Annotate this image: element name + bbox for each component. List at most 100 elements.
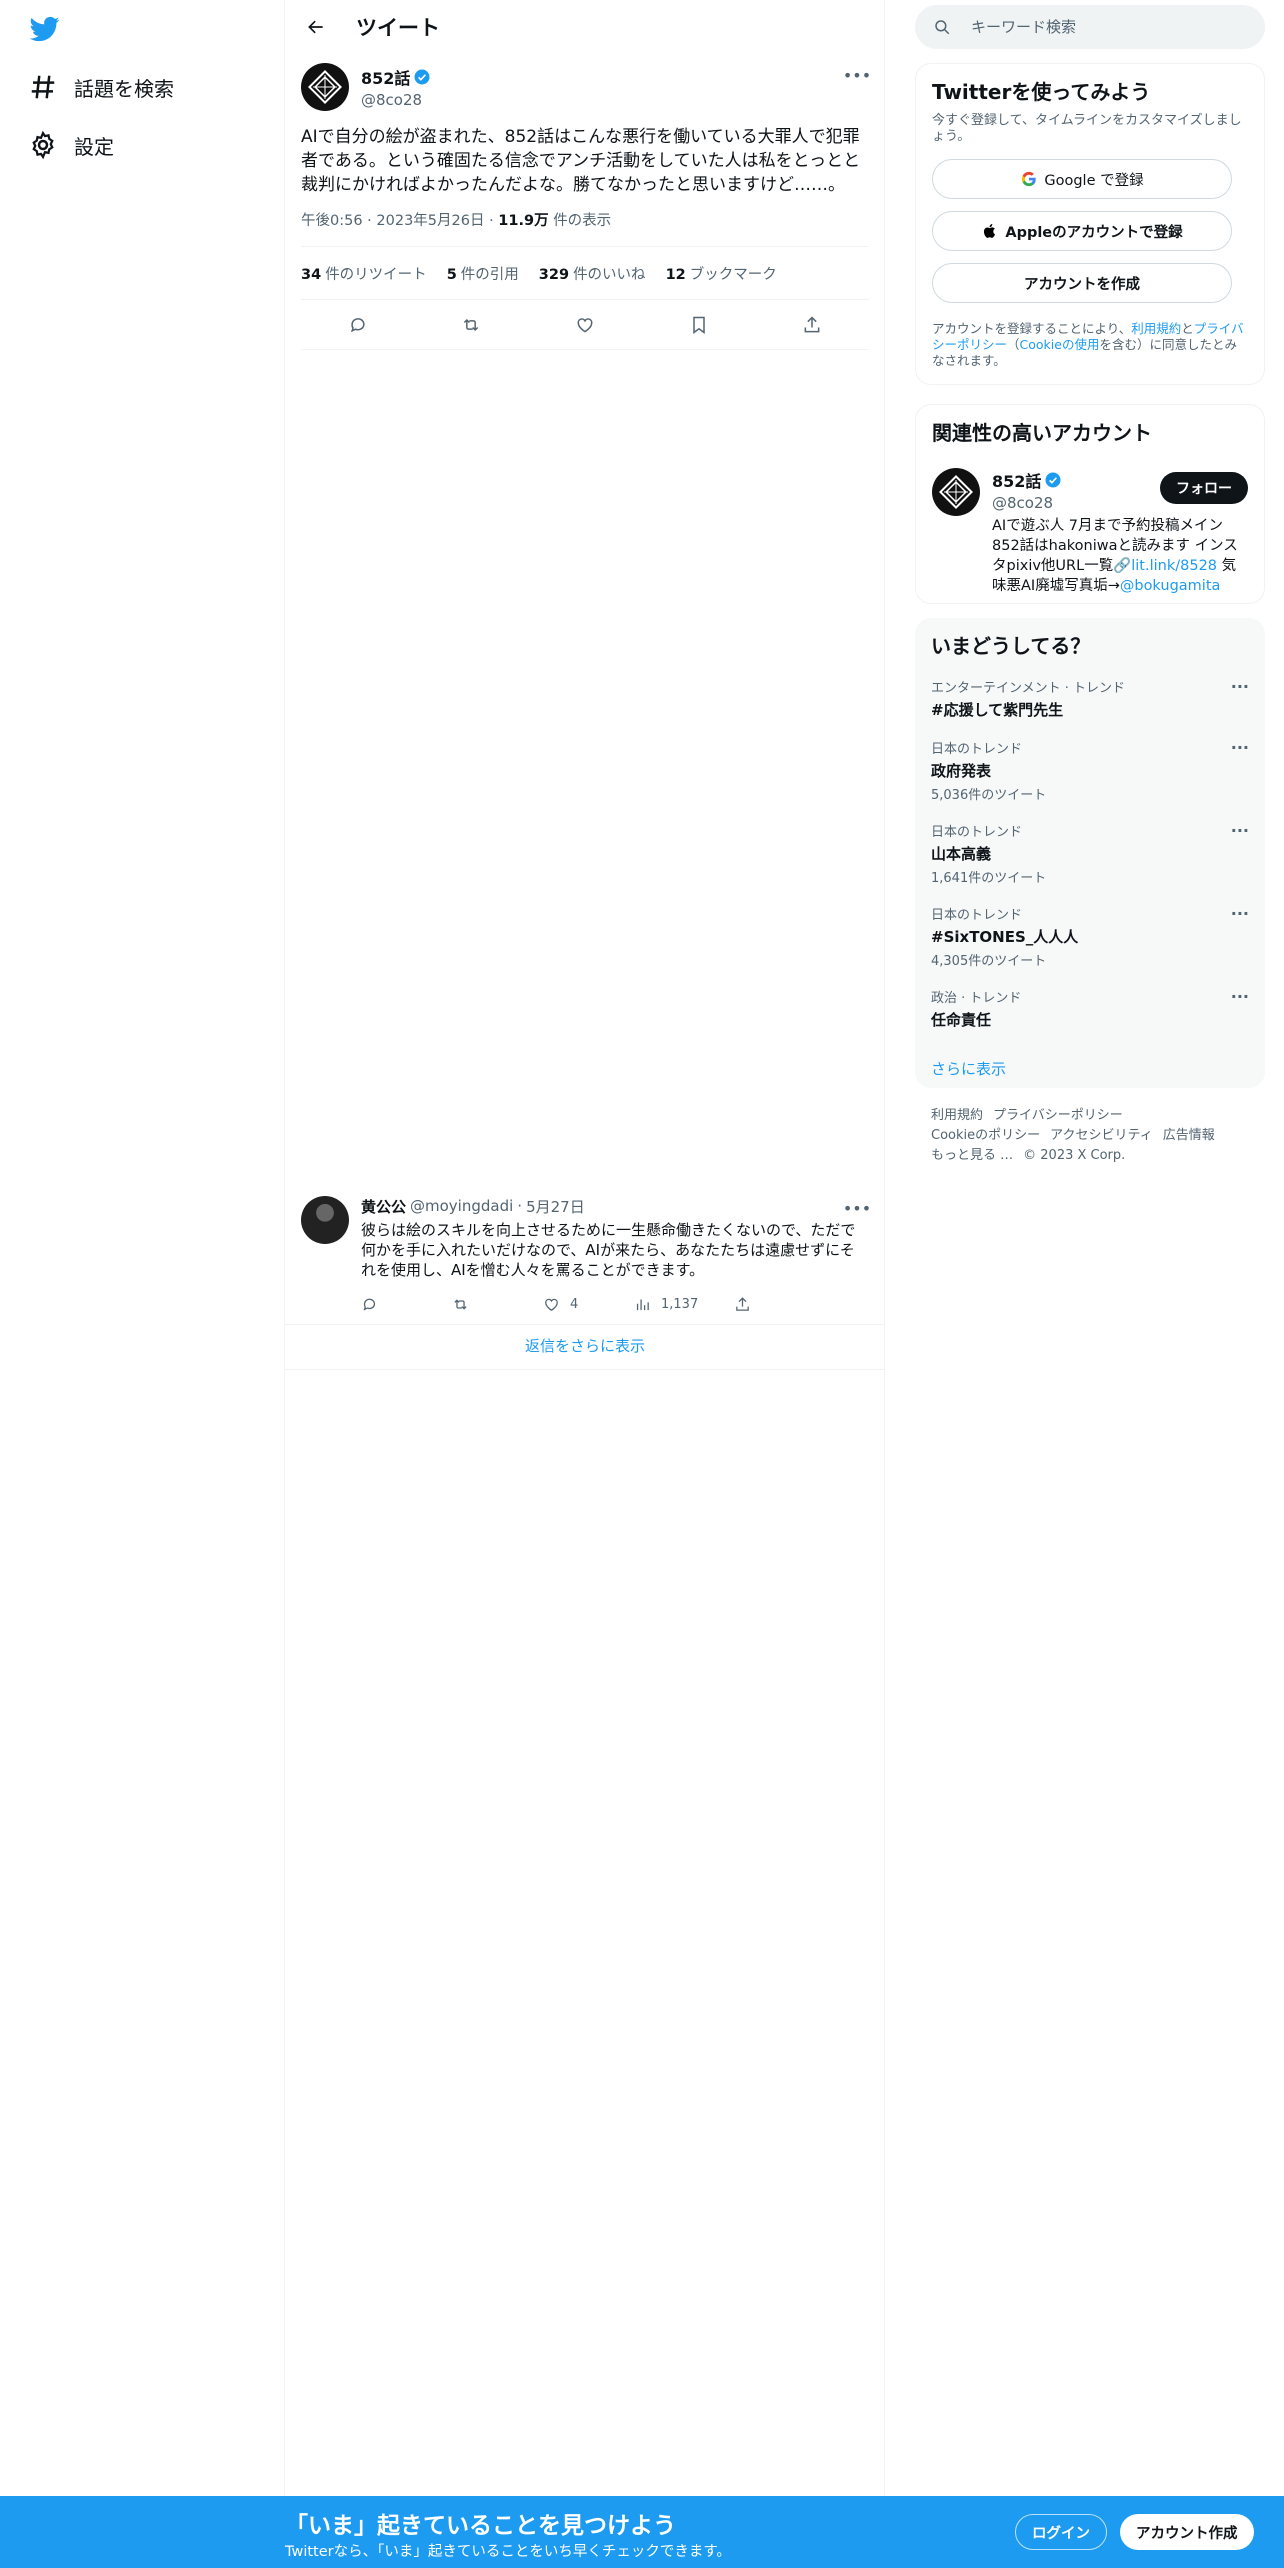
google-signup-label: Google で登録 [1044,172,1144,189]
trend-more-icon[interactable]: ··· [1231,677,1249,696]
footer-links: 利用規約 プライバシーポリシー Cookieのポリシー アクセシビリティ 広告情報 も… [931,1106,1251,1166]
verified-badge-icon [414,69,430,85]
footer-ads-link[interactable]: 広告情報 [1163,1128,1215,1143]
relevant-accounts-card: 関連性の高いアカウント 852話 @8co28 AIで遊ぶ人 7月まで予約投稿メ… [915,404,1265,604]
apple-signup-button[interactable]: Appleのアカウントで登録 [932,211,1232,251]
reply-share-button[interactable] [734,1296,825,1313]
tweet-time[interactable]: 午後0:56 [301,213,363,229]
footer-cookie-link[interactable]: Cookieのポリシー [931,1128,1040,1143]
share-icon [736,1296,749,1311]
trend-item[interactable]: 政治 · トレンド 任命責任 ··· [931,987,1249,1030]
tweet-actions [301,300,869,350]
bio-link[interactable]: lit.link/8528 [1131,558,1217,574]
avatar[interactable] [932,468,980,516]
trend-item[interactable]: 日本のトレンド 政府発表 5,036件のツイート ··· [931,738,1249,803]
reply-actions: 4 1,137 [361,1284,869,1324]
page-title: ツイート [356,15,440,40]
retweet-icon[interactable] [456,310,486,340]
reply-icon[interactable] [343,310,373,340]
reply-text: 彼らは絵のスキルを向上させるために一生懸命働きたくないので、ただで何かを手に入れ… [361,1221,856,1279]
reply-more-options-icon[interactable]: ••• [843,1196,871,1220]
bookmark-icon[interactable] [684,310,714,340]
reply-avatar[interactable] [301,1196,349,1244]
author-display-name[interactable]: 852話 [361,65,410,89]
footer-privacy-link[interactable]: プライバシーポリシー [993,1108,1123,1123]
reply-like-count: 4 [570,1296,579,1312]
nav-explore[interactable]: 話題を検索 [28,69,174,105]
tweet-author: 852話 @8co28 ••• [301,63,871,111]
avatar[interactable] [301,63,349,111]
reply-date[interactable]: 5月27日 [526,1196,585,1217]
header: ツイート [285,0,884,53]
footer-copyright: © 2023 X Corp. [1023,1148,1126,1163]
twitter-bird-icon[interactable] [28,14,62,44]
relevant-accounts-title: 関連性の高いアカウント [932,421,1152,445]
reply-like-button[interactable]: 4 [543,1296,634,1313]
like-icon [545,1298,558,1311]
nav-settings[interactable]: 設定 [28,127,114,163]
reply-reply-button[interactable] [361,1296,452,1313]
relevant-account[interactable]: 852話 @8co28 AIで遊ぶ人 7月まで予約投稿メイン 852話はhako… [932,468,1248,596]
nav-explore-label: 話題を検索 [74,76,174,101]
search-input[interactable] [971,18,1241,36]
author-handle[interactable]: @8co28 [361,91,431,109]
signup-card: Twitterを使ってみよう 今すぐ登録して、タイムラインをカスタマイズしましょ… [915,63,1265,385]
terms-link[interactable]: 利用規約 [1131,321,1181,336]
follow-button[interactable]: フォロー [1160,472,1248,504]
views-chart-icon [636,1299,649,1310]
hashtag-icon [31,75,55,99]
relevant-account-bio: AIで遊ぶ人 7月まで予約投稿メイン 852話はhakoniwaと読みます イン… [992,518,1238,594]
reply-tweet[interactable]: 黄公公 @moyingdadi · 5月27日 ••• 彼らは絵のスキルを向上さ… [285,1188,885,1325]
show-more-replies-link[interactable]: 返信をさらに表示 [285,1322,885,1370]
relevant-account-name[interactable]: 852話 [992,468,1041,492]
retweets-stat[interactable]: 34 件のリツイート [301,263,427,284]
trends-show-more-link[interactable]: さらに表示 [931,1058,1249,1079]
footer-accessibility-link[interactable]: アクセシビリティ [1050,1128,1153,1143]
search-bar[interactable] [915,5,1265,49]
cookie-link[interactable]: Cookieの使用 [1020,337,1100,352]
reply-retweet-button[interactable] [452,1296,543,1313]
nav-settings-label: 設定 [74,134,114,159]
reply-views-button[interactable]: 1,137 [634,1296,734,1313]
bookmarks-stat[interactable]: 12 ブックマーク [666,263,777,284]
footer-terms-link[interactable]: 利用規約 [931,1108,983,1123]
verified-badge-icon [1045,472,1061,488]
trend-more-icon[interactable]: ··· [1231,904,1249,923]
trend-more-icon[interactable]: ··· [1231,987,1249,1006]
login-button[interactable]: ログイン [1015,2514,1107,2550]
signup-legal-text: アカウントを登録することにより、利用規約とプライバシーポリシー（Cookieの使… [932,321,1244,368]
create-account-label: アカウントを作成 [1024,276,1140,293]
trend-item[interactable]: エンターテインメント · トレンド #応援して紫門先生 ··· [931,677,1249,720]
more-options-icon[interactable]: ••• [843,63,871,87]
tweet-date[interactable]: 2023年5月26日 [376,213,484,229]
like-icon[interactable] [570,310,600,340]
trends-title: いまどうしてる？ [931,634,1091,658]
bio-mention-link[interactable]: @bokugamita [1120,578,1221,594]
gear-icon [32,130,54,160]
reply-handle[interactable]: @moyingdadi [410,1197,513,1215]
bottom-bar-headline: 「いま」起きていることを見つけよう [285,2513,676,2539]
views-count: 11.9万 [498,213,549,229]
tweet-meta: 午後0:56 · 2023年5月26日 · 11.9万 件の表示 [301,209,869,247]
footer-more-link[interactable]: もっと見る … [931,1148,1013,1163]
google-signup-button[interactable]: Google で登録 [932,159,1232,199]
tweet-stats: 34 件のリツイート 5 件の引用 329 件のいいね 12 ブックマーク [301,247,869,300]
quotes-stat[interactable]: 5 件の引用 [447,263,519,284]
trend-item[interactable]: 日本のトレンド 山本高義 1,641件のツイート ··· [931,821,1249,886]
likes-stat[interactable]: 329 件のいいね [539,263,646,284]
trend-item[interactable]: 日本のトレンド #SixTONES_人人人 4,305件のツイート ··· [931,904,1249,969]
signup-button[interactable]: アカウント作成 [1120,2514,1254,2550]
retweet-icon [454,1298,467,1310]
main-column: ツイート 852話 @8co28 ••• AIで自分の絵が盗まれた、852話はこ… [285,0,885,2568]
share-icon[interactable] [797,310,827,340]
google-icon [1022,171,1037,187]
trend-more-icon[interactable]: ··· [1231,821,1249,840]
reply-display-name[interactable]: 黄公公 [361,1196,406,1217]
signup-card-subtitle: 今すぐ登録して、タイムラインをカスタマイズしましょう。 [932,113,1242,144]
trend-more-icon[interactable]: ··· [1231,738,1249,757]
bottom-signup-bar: 「いま」起きていることを見つけよう Twitterなら、「いま」起きていることを… [0,2496,1284,2568]
trends-card: いまどうしてる？ エンターテインメント · トレンド #応援して紫門先生 ···… [915,618,1265,1088]
back-arrow-icon[interactable] [301,12,331,42]
apple-icon [984,224,996,238]
create-account-button[interactable]: アカウントを作成 [932,263,1232,303]
